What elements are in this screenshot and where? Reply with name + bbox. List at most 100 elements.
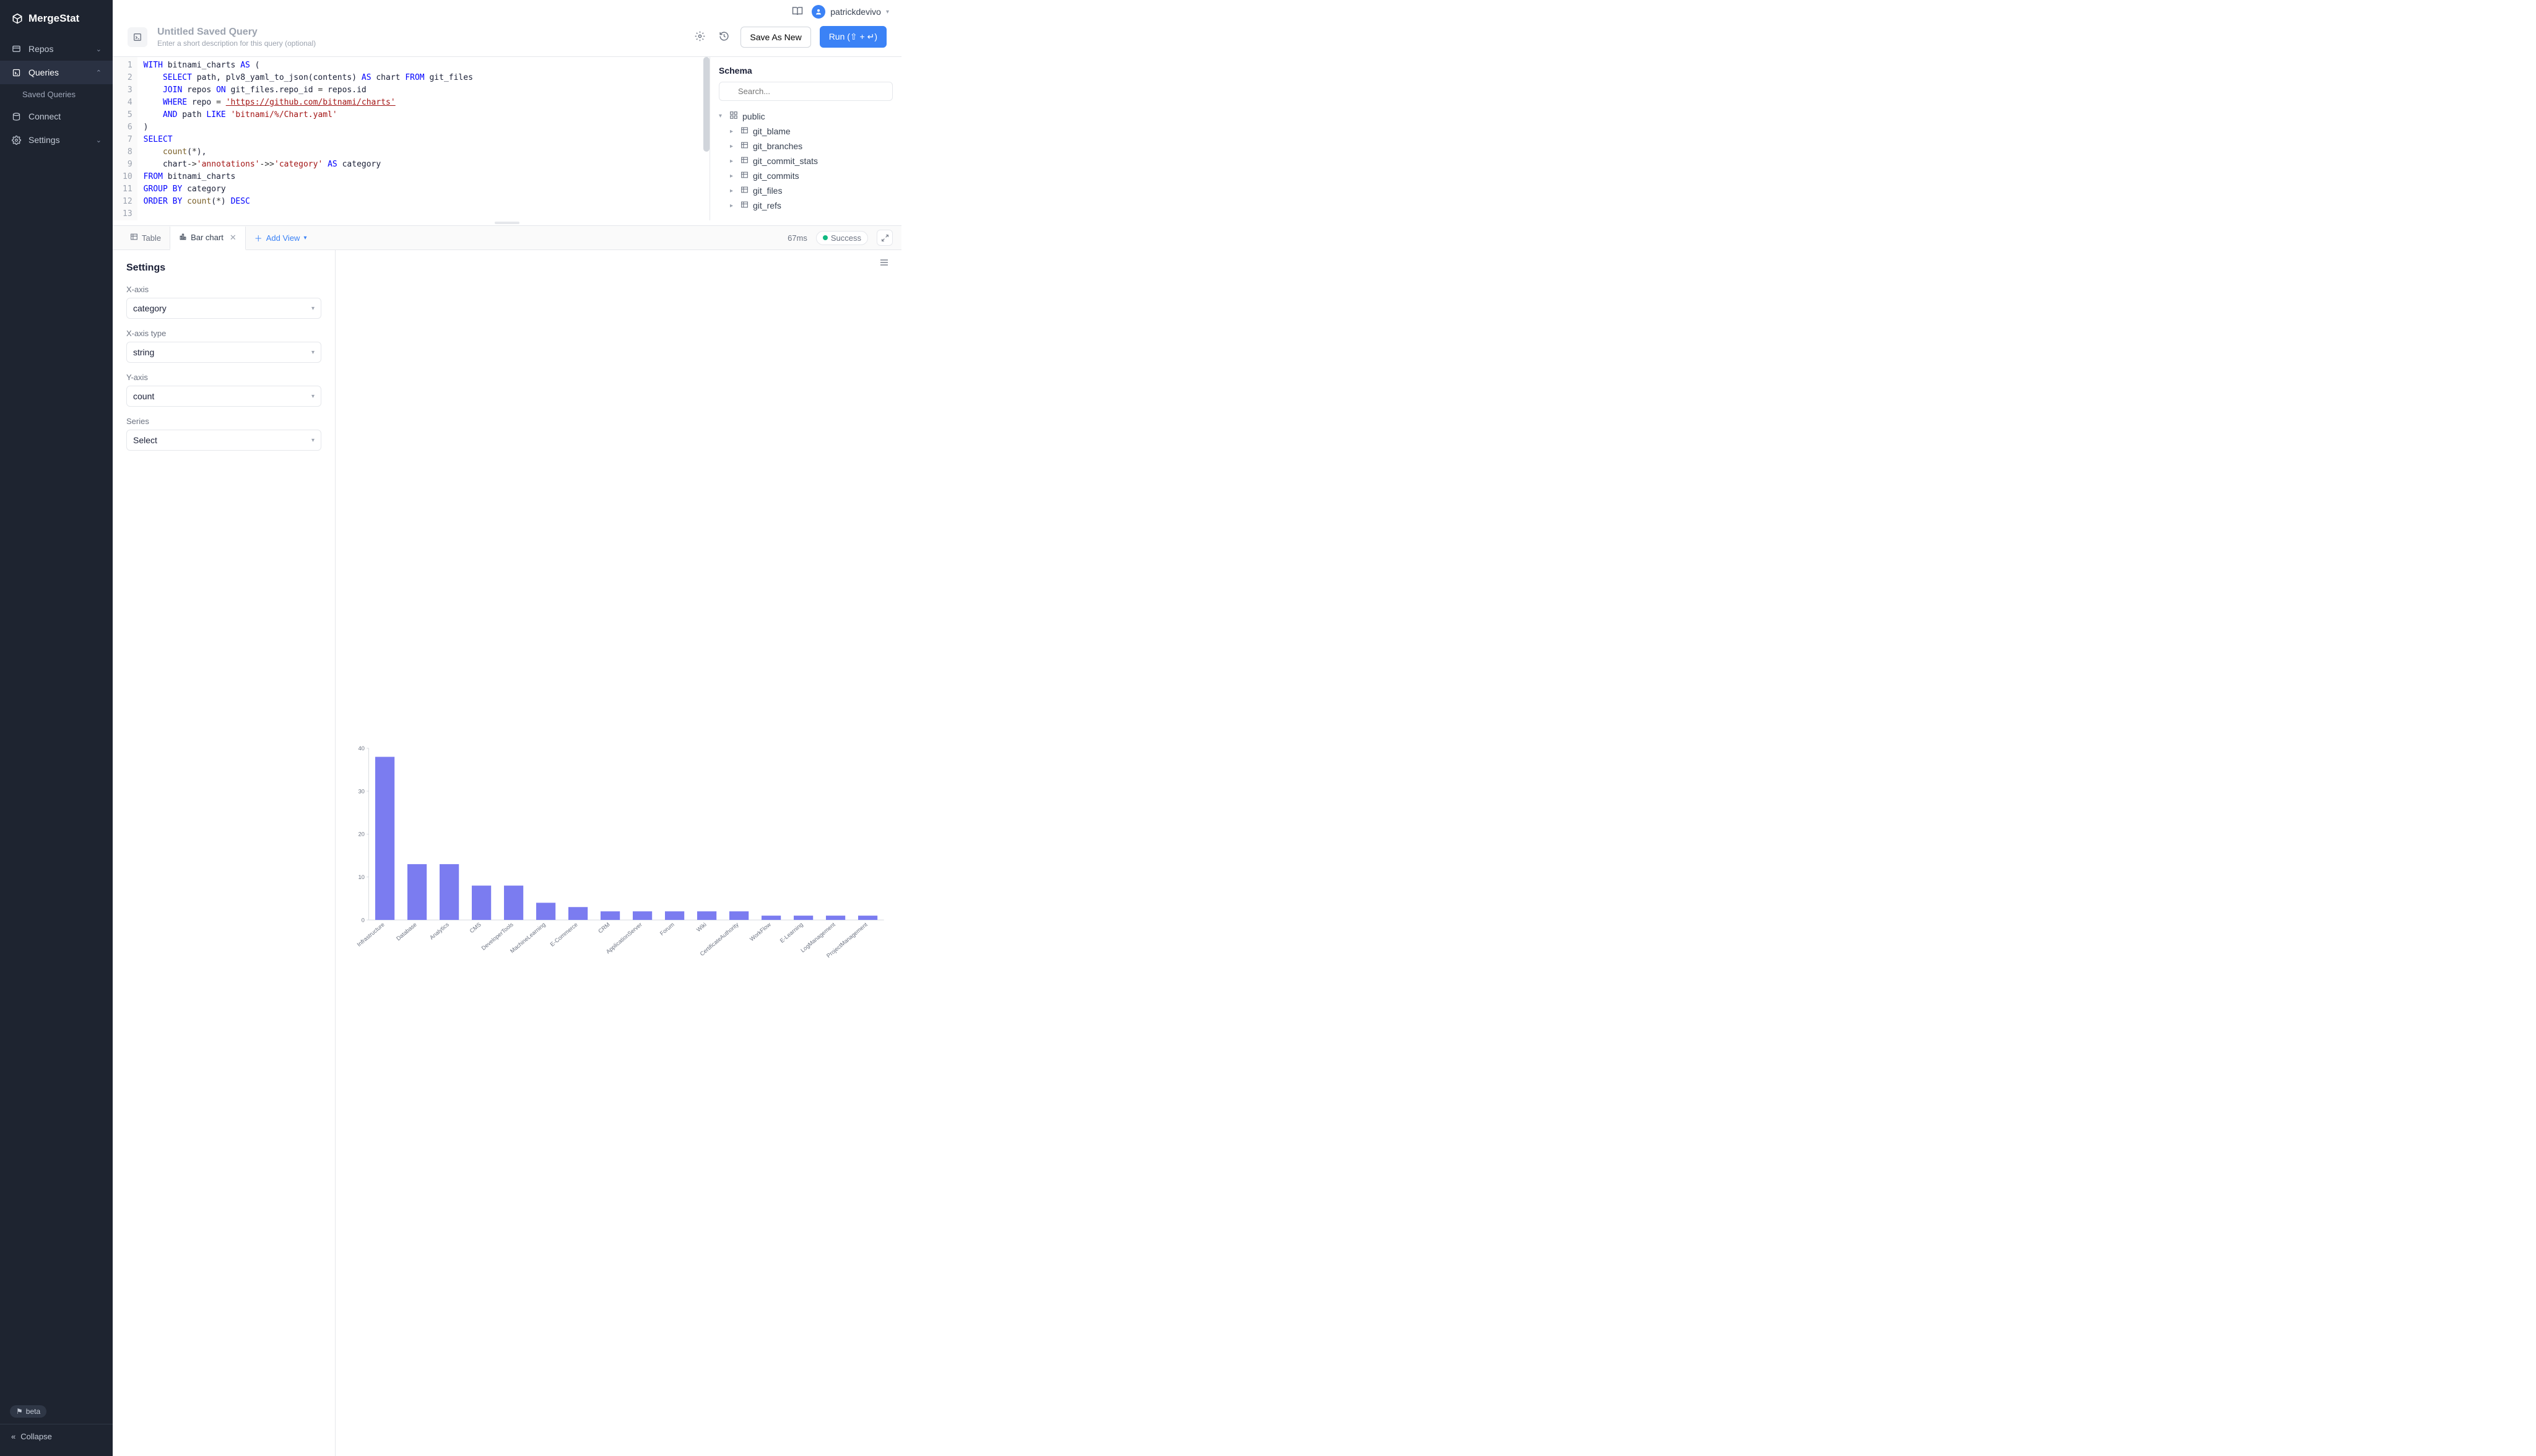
svg-text:Analytics: Analytics [428, 921, 450, 941]
nav-settings[interactable]: Settings ⌄ [0, 128, 113, 152]
svg-text:20: 20 [358, 831, 365, 838]
schema-table[interactable]: ▸git_blame [730, 124, 893, 139]
select-value: category [133, 303, 167, 313]
query-description[interactable]: Enter a short description for this query… [157, 39, 682, 48]
results-tabs: Table Bar chart ✕ ＋ Add View ▾ 67ms Succ… [113, 225, 901, 250]
plus-icon: ＋ [254, 232, 263, 244]
caret-right-icon: ▸ [730, 188, 736, 194]
add-view-label: Add View [266, 233, 300, 243]
sidebar: MergeStat Repos ⌄ Queries ⌃ Saved Querie… [0, 0, 113, 1456]
avatar [812, 5, 825, 19]
nav-connect[interactable]: Connect [0, 105, 113, 128]
select-value: Select [133, 435, 157, 445]
table-name: git_commit_stats [753, 156, 818, 166]
caret-right-icon: ▸ [730, 143, 736, 150]
schema-root[interactable]: ▾ public [719, 108, 893, 124]
connect-icon [11, 111, 21, 121]
chevron-up-icon: ⌃ [96, 69, 102, 77]
topbar: patrickdevivo ▾ [113, 0, 901, 24]
svg-text:DeveloperTools: DeveloperTools [480, 921, 515, 951]
user-name: patrickdevivo [830, 7, 881, 17]
chevron-down-icon: ▾ [311, 305, 315, 312]
schema-table[interactable]: ▸git_refs [730, 198, 893, 213]
barchart-icon [179, 233, 187, 243]
gear-icon[interactable] [692, 28, 708, 46]
caret-down-icon: ▾ [719, 113, 725, 119]
schema-heading: Schema [719, 66, 893, 76]
user-menu[interactable]: patrickdevivo ▾ [812, 5, 889, 19]
svg-text:WorkFlow: WorkFlow [749, 921, 772, 942]
add-view-button[interactable]: ＋ Add View ▾ [246, 226, 316, 250]
tab-barchart[interactable]: Bar chart ✕ [170, 227, 246, 250]
history-icon[interactable] [716, 28, 732, 46]
table-icon [740, 171, 749, 181]
table-icon [130, 233, 138, 243]
table-icon [740, 156, 749, 166]
book-icon[interactable] [792, 6, 803, 19]
svg-text:LogManagement: LogManagement [799, 921, 836, 953]
brand-logo[interactable]: MergeStat [0, 0, 113, 37]
svg-text:40: 40 [358, 745, 365, 752]
series-select[interactable]: Select ▾ [126, 430, 321, 451]
xaxis-select[interactable]: category ▾ [126, 298, 321, 319]
xaxistype-select[interactable]: string▾ [126, 342, 321, 363]
schema-table[interactable]: ▸git_commits [730, 168, 893, 183]
chevron-down-icon: ▾ [311, 393, 315, 400]
query-header: Untitled Saved Query Enter a short descr… [113, 24, 901, 56]
success-dot-icon [823, 235, 828, 240]
chart-area: 010203040InfrastructureDatabaseAnalytics… [336, 250, 901, 1456]
repo-icon [11, 44, 21, 54]
svg-text:E-Learning: E-Learning [779, 921, 804, 944]
settings-icon [11, 135, 21, 145]
code-content: WITH bitnami_charts AS ( SELECT path, pl… [137, 57, 710, 220]
table-name: git_refs [753, 201, 781, 210]
logo-icon [11, 12, 24, 25]
chevron-down-icon: ▾ [311, 437, 315, 444]
query-time: 67ms [788, 233, 807, 243]
query-title[interactable]: Untitled Saved Query [157, 27, 682, 38]
schema-table[interactable]: ▸ git_files [730, 183, 893, 198]
svg-text:CMS: CMS [469, 921, 482, 934]
editor-scrollbar[interactable] [703, 57, 710, 152]
table-name: git_files [753, 186, 782, 196]
sql-editor[interactable]: 12345678910111213 WITH bitnami_charts AS… [113, 57, 710, 220]
nav-label: Connect [28, 111, 61, 121]
bar-chart: 010203040InfrastructureDatabaseAnalytics… [348, 260, 889, 1450]
run-button[interactable]: Run (⇧ + ↵) [820, 26, 887, 48]
status-label: Success [831, 233, 861, 243]
brand-name: MergeStat [28, 12, 79, 25]
collapse-label: Collapse [20, 1432, 52, 1441]
settings-heading: Settings [126, 262, 321, 274]
nav: Repos ⌄ Queries ⌃ Saved Queries Connect … [0, 37, 113, 1392]
collapse-sidebar[interactable]: « Collapse [0, 1424, 113, 1449]
query-type-icon[interactable] [128, 27, 147, 47]
beta-badge: ⚑ beta [10, 1405, 46, 1418]
tab-label: Bar chart [191, 233, 224, 242]
query-icon [11, 67, 21, 77]
nav-queries[interactable]: Queries ⌃ [0, 61, 113, 84]
nav-label: Settings [28, 135, 60, 145]
caret-right-icon: ▸ [730, 173, 736, 180]
schema-table[interactable]: ▸git_branches [730, 139, 893, 154]
chevron-down-icon: ▾ [303, 235, 306, 241]
schema-table[interactable]: ▸git_commit_stats [730, 154, 893, 168]
save-as-new-button[interactable]: Save As New [740, 27, 810, 48]
tab-table[interactable]: Table [121, 227, 170, 249]
chart-menu-icon[interactable] [879, 258, 889, 269]
xaxis-label: X-axis [126, 285, 321, 294]
chevron-down-icon: ⌄ [96, 136, 102, 144]
table-icon [740, 126, 749, 136]
close-tab-icon[interactable]: ✕ [230, 233, 237, 243]
nav-saved-queries[interactable]: Saved Queries [0, 84, 113, 105]
schema-panel: Schema ▾ public ▸git_blame▸git_branches▸… [710, 57, 901, 220]
chevron-down-icon: ⌄ [96, 45, 102, 53]
svg-text:Forum: Forum [659, 921, 675, 937]
line-gutter: 12345678910111213 [113, 57, 137, 220]
vertical-resize-handle[interactable] [113, 220, 901, 225]
expand-button[interactable] [877, 230, 893, 246]
svg-text:E-Commerce: E-Commerce [549, 921, 579, 948]
yaxis-select[interactable]: count▾ [126, 386, 321, 407]
table-icon [740, 201, 749, 210]
nav-repos[interactable]: Repos ⌄ [0, 37, 113, 61]
schema-search-input[interactable] [719, 82, 893, 101]
